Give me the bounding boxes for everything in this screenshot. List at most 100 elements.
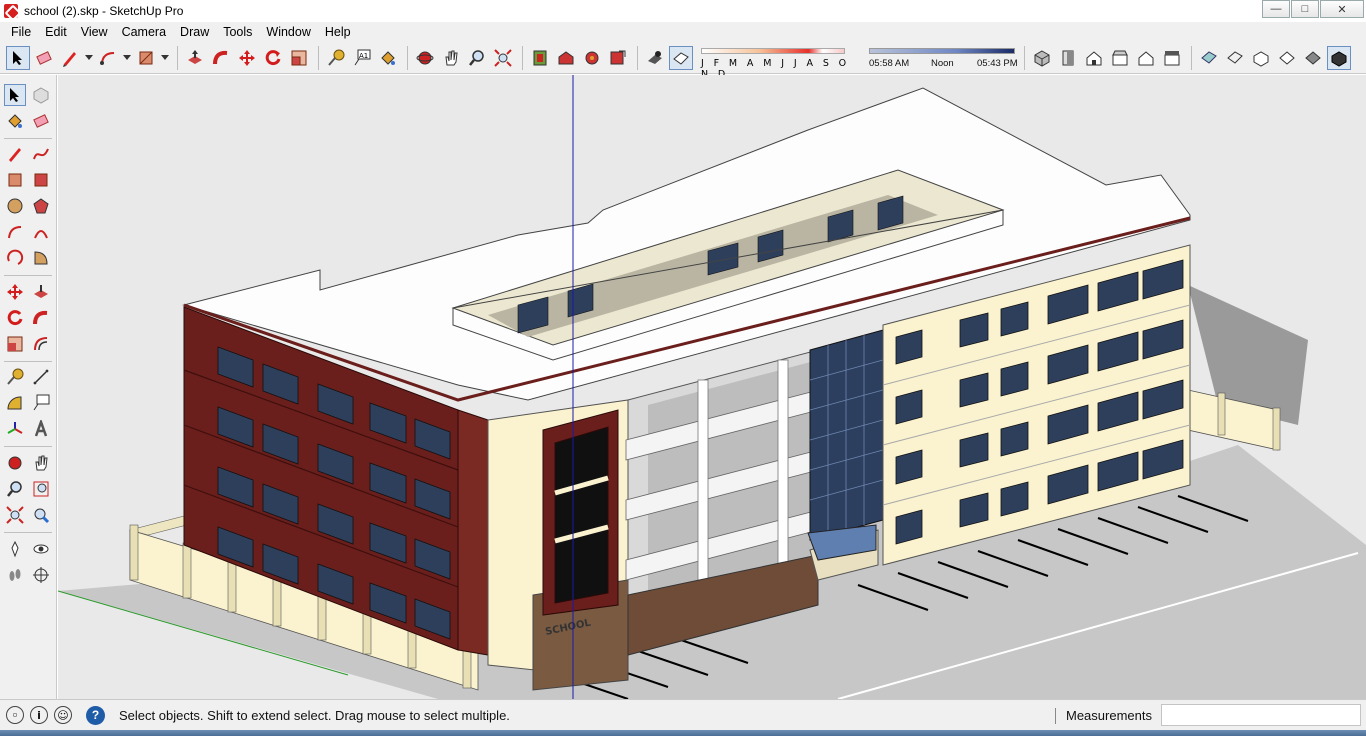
monochrome-style-button[interactable]: [1327, 45, 1351, 70]
back-view-icon: [1138, 50, 1154, 65]
eraser-tool-button[interactable]: [32, 46, 56, 70]
iso-view-button[interactable]: [1030, 46, 1054, 70]
freehand-tool-button[interactable]: [30, 143, 52, 165]
previous-view-tool-button[interactable]: [30, 504, 52, 526]
menu-help[interactable]: Help: [318, 25, 358, 39]
menu-draw[interactable]: Draw: [173, 25, 216, 39]
three-point-arc-tool-button[interactable]: [4, 247, 26, 269]
eraser-tool-button[interactable]: [30, 110, 52, 132]
wireframe-style-button[interactable]: [1223, 46, 1247, 70]
zoom-extents-tool-button[interactable]: [4, 504, 26, 526]
right-view-button[interactable]: [1108, 46, 1132, 70]
rotate-tool-button[interactable]: [261, 46, 285, 70]
arc-tool-button[interactable]: [96, 46, 120, 70]
axes-tool-button[interactable]: [4, 418, 26, 440]
look-around-tool-button[interactable]: [30, 538, 52, 560]
move-tool-button[interactable]: [4, 281, 26, 303]
geolocation-icon[interactable]: ◦: [6, 706, 24, 724]
pencil-dropdown[interactable]: [84, 46, 94, 70]
xray-style-button[interactable]: [1197, 46, 1221, 70]
section-plane-tool-button[interactable]: [30, 564, 52, 586]
window-controls: — □ ✕: [1261, 0, 1364, 18]
menu-view[interactable]: View: [74, 25, 115, 39]
push-pull-tool-button[interactable]: [30, 281, 52, 303]
line-tool-button[interactable]: [4, 143, 26, 165]
orbit-tool-button[interactable]: [4, 452, 26, 474]
orbit-tool-button[interactable]: [413, 46, 437, 70]
protractor-tool-button[interactable]: [4, 392, 26, 414]
offset-tool-button[interactable]: [30, 333, 52, 355]
menu-file[interactable]: File: [4, 25, 38, 39]
shadows-toggle-button[interactable]: [643, 46, 667, 70]
select-tool-button[interactable]: [6, 45, 30, 70]
minimize-button[interactable]: —: [1262, 0, 1290, 18]
back-view-button[interactable]: [1134, 46, 1158, 70]
follow-me-tool-button[interactable]: [209, 46, 233, 70]
axes-icon: [7, 422, 23, 434]
info-icon[interactable]: i: [30, 706, 48, 724]
maximize-button[interactable]: □: [1291, 0, 1319, 18]
zoom-extents-icon: [6, 506, 24, 524]
components-button[interactable]: [528, 46, 552, 70]
user-account-icon[interactable]: ☺: [54, 706, 72, 724]
measurements-input[interactable]: [1161, 704, 1361, 726]
arc-tool-button[interactable]: [4, 221, 26, 243]
zoom-extents-tool-button[interactable]: [491, 46, 515, 70]
pan-tool-button[interactable]: [439, 46, 463, 70]
pencil-tool-button[interactable]: [58, 46, 82, 70]
dimension-tool-button[interactable]: [30, 366, 52, 388]
extension-warehouse-button[interactable]: [580, 46, 604, 70]
shadow-date-slider[interactable]: J F M A M J J A S O N D: [701, 44, 861, 80]
shaded-style-button[interactable]: [1275, 46, 1299, 70]
paint-bucket-tool-button[interactable]: [4, 110, 26, 132]
zoom-window-tool-button[interactable]: [30, 478, 52, 500]
rotated-rectangle-tool-button[interactable]: [30, 169, 52, 191]
menu-edit[interactable]: Edit: [38, 25, 74, 39]
walk-tool-button[interactable]: [4, 564, 26, 586]
tape-measure-tool-button[interactable]: [324, 46, 348, 70]
scale-tool-button[interactable]: [287, 46, 311, 70]
protractor-icon: [7, 396, 22, 410]
two-point-arc-tool-button[interactable]: [30, 221, 52, 243]
polygon-tool-button[interactable]: [30, 195, 52, 217]
hidden-line-style-button[interactable]: [1249, 46, 1273, 70]
rectangle-tool-button[interactable]: [4, 169, 26, 191]
menu-window[interactable]: Window: [259, 25, 317, 39]
make-component-button[interactable]: [30, 84, 52, 106]
text-tool-button[interactable]: [30, 392, 52, 414]
top-view-button[interactable]: [1056, 46, 1080, 70]
menu-tools[interactable]: Tools: [216, 25, 259, 39]
push-pull-tool-button[interactable]: [183, 46, 207, 70]
pan-tool-button[interactable]: [30, 452, 52, 474]
model-viewport[interactable]: SCHOOL: [58, 75, 1366, 699]
rectangle-dropdown[interactable]: [160, 46, 170, 70]
pie-tool-button[interactable]: [30, 247, 52, 269]
circle-icon: [7, 198, 23, 214]
select-tool-button[interactable]: [4, 84, 26, 106]
warehouse-button[interactable]: [554, 46, 578, 70]
front-view-button[interactable]: [1082, 46, 1106, 70]
share-model-button[interactable]: [606, 46, 630, 70]
follow-me-tool-button[interactable]: [30, 307, 52, 329]
menu-camera[interactable]: Camera: [115, 25, 173, 39]
circle-tool-button[interactable]: [4, 195, 26, 217]
rectangle-tool-button[interactable]: [134, 46, 158, 70]
close-button[interactable]: ✕: [1320, 0, 1364, 18]
tape-measure-tool-button[interactable]: [4, 366, 26, 388]
position-camera-tool-button[interactable]: [4, 538, 26, 560]
fog-toggle-button[interactable]: [669, 45, 693, 70]
text-tool-button[interactable]: A1: [350, 46, 374, 70]
scale-tool-button[interactable]: [4, 333, 26, 355]
shadow-time-slider[interactable]: 05:58 AM Noon 05:43 PM: [869, 44, 1019, 72]
paint-bucket-tool-button[interactable]: [376, 46, 400, 70]
zoom-tool-button[interactable]: [465, 46, 489, 70]
3d-text-tool-button[interactable]: [30, 418, 52, 440]
follow-me-icon: [213, 50, 228, 64]
left-view-button[interactable]: [1160, 46, 1184, 70]
help-icon[interactable]: ?: [86, 705, 105, 725]
zoom-tool-button[interactable]: [4, 478, 26, 500]
move-tool-button[interactable]: [235, 46, 259, 70]
rotate-tool-button[interactable]: [4, 307, 26, 329]
textured-style-button[interactable]: [1301, 46, 1325, 70]
arc-dropdown[interactable]: [122, 46, 132, 70]
